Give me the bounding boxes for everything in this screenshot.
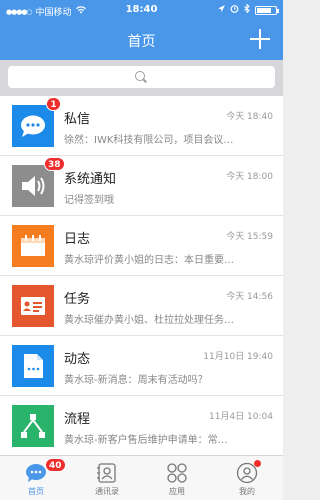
item-preview: 记得签到哦 <box>64 195 114 206</box>
calendar-icon <box>12 225 54 267</box>
tab-profile[interactable]: 我的 <box>212 456 282 500</box>
location-icon <box>218 4 225 16</box>
item-time: 11月4日 10:04 <box>209 412 273 422</box>
item-preview: 黄水琼-新消息：周末有活动吗？ <box>64 375 208 386</box>
item-preview: 徐然：IWK科技有限公司，项目会议… <box>64 135 234 146</box>
search-input[interactable] <box>8 66 275 88</box>
item-preview: 黄水琼催办黄小姐、杜拉拉处理任务… <box>64 315 234 326</box>
apps-grid-icon <box>166 462 188 484</box>
contacts-icon <box>96 462 118 484</box>
add-button[interactable] <box>247 26 273 52</box>
list-item-workflow[interactable]: 流程 11月4日 10:04 黄水琼-新客户售后维护申请单：常… <box>0 396 283 456</box>
navigation-bar: 首页 <box>0 20 283 60</box>
status-bar: ●●●●○ 中国移动 18:40 <box>0 0 283 20</box>
id-card-icon <box>12 285 54 327</box>
item-time: 今天 18:40 <box>226 112 273 122</box>
home-chat-icon <box>25 462 47 484</box>
tab-label: 首页 <box>28 487 44 496</box>
item-preview: 黄水琼评价黄小姐的日志：本日重要… <box>64 255 234 266</box>
item-preview: 黄水琼-新客户售后维护申请单：常… <box>64 435 228 446</box>
unread-badge: 1 <box>46 97 61 111</box>
tab-badge: 40 <box>45 458 66 472</box>
tab-label: 应用 <box>169 487 185 496</box>
unread-badge: 38 <box>44 157 65 171</box>
tab-apps[interactable]: 应用 <box>142 456 212 500</box>
item-time: 今天 15:59 <box>226 232 273 242</box>
item-title: 流程 <box>64 412 91 427</box>
item-time: 今天 14:56 <box>226 292 273 302</box>
document-icon <box>12 345 54 387</box>
list-item-system-notice[interactable]: 38 系统通知 今天 18:00 记得签到哦 <box>0 156 283 216</box>
workflow-icon <box>12 405 54 447</box>
tab-home[interactable]: 40 首页 <box>1 456 71 500</box>
list-item-task[interactable]: 任务 今天 14:56 黄水琼催办黄小姐、杜拉拉处理任务… <box>0 276 283 336</box>
item-time: 今天 18:00 <box>226 172 273 182</box>
search-area <box>0 60 283 96</box>
alarm-icon <box>230 4 239 16</box>
item-title: 任务 <box>64 292 91 307</box>
item-title: 动态 <box>64 352 91 367</box>
tab-label: 我的 <box>239 487 255 496</box>
item-title: 私信 <box>64 112 91 127</box>
bluetooth-icon <box>244 3 250 16</box>
item-time: 11月10日 19:40 <box>203 352 273 362</box>
chat-bubble-icon <box>12 105 54 147</box>
item-title: 系统通知 <box>64 172 117 187</box>
tab-contacts[interactable]: 通讯录 <box>72 456 142 500</box>
tab-label: 通讯录 <box>95 487 119 496</box>
tab-bar: 40 首页 通讯录 应用 我的 <box>0 455 283 500</box>
list-item-private-message[interactable]: 1 私信 今天 18:40 徐然：IWK科技有限公司，项目会议… <box>0 96 283 156</box>
item-title: 日志 <box>64 232 91 247</box>
notification-dot <box>254 460 261 467</box>
status-icons <box>218 3 279 16</box>
speaker-icon <box>12 165 54 207</box>
page-title: 首页 <box>127 34 156 50</box>
list-item-activity[interactable]: 动态 11月10日 19:40 黄水琼-新消息：周末有活动吗？ <box>0 336 283 396</box>
list-item-log[interactable]: 日志 今天 15:59 黄水琼评价黄小姐的日志：本日重要… <box>0 216 283 276</box>
search-icon <box>135 71 145 81</box>
battery-icon <box>255 5 279 15</box>
